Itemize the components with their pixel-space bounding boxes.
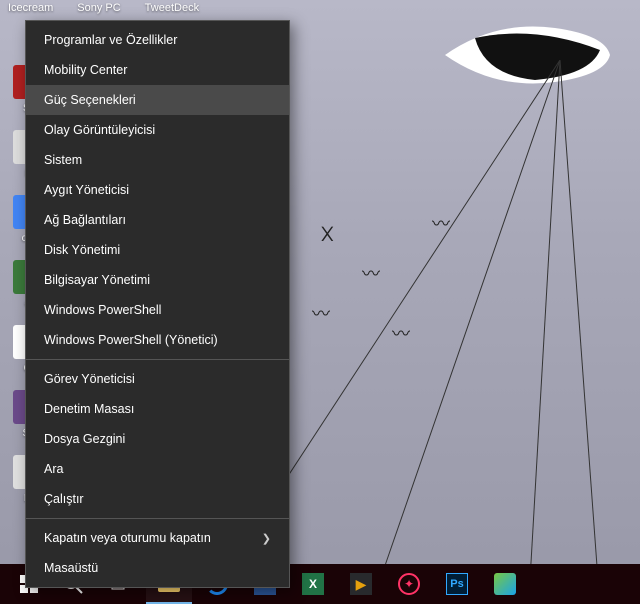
taskbar-plex[interactable]: ▶ — [338, 564, 384, 604]
menu-item-label: Windows PowerShell (Yönetici) — [44, 333, 218, 347]
taskbar-rocket-app[interactable]: ✦ — [386, 564, 432, 604]
menu-item-label: Windows PowerShell — [44, 303, 161, 317]
winx-menu-item[interactable]: Güç Seçenekleri — [26, 85, 289, 115]
winx-menu-item[interactable]: Dosya Gezgini — [26, 424, 289, 454]
menu-item-label: Disk Yönetimi — [44, 243, 120, 257]
winx-menu-item[interactable]: Aygıt Yöneticisi — [26, 175, 289, 205]
wallpaper-bird: 〰 — [312, 300, 330, 326]
menu-item-label: Bilgisayar Yönetimi — [44, 273, 150, 287]
winx-menu-item[interactable]: Çalıştır — [26, 484, 289, 514]
plex-icon: ▶ — [350, 573, 372, 595]
chevron-right-icon: ❯ — [262, 532, 271, 545]
winx-menu-item[interactable]: Windows PowerShell — [26, 295, 289, 325]
wallpaper-kite — [435, 20, 615, 90]
winx-menu-item[interactable]: Görev Yöneticisi — [26, 364, 289, 394]
menu-item-label: Programlar ve Özellikler — [44, 33, 177, 47]
winx-context-menu: Programlar ve Özellikler Mobility Center G… — [25, 20, 290, 588]
winx-menu-item[interactable]: Kapatın veya oturumu kapatın ❯ — [26, 523, 289, 553]
winx-menu-item[interactable]: Denetim Masası — [26, 394, 289, 424]
menu-separator — [26, 359, 289, 360]
wallpaper-bird: 〰 — [432, 210, 450, 236]
menu-item-label: Sistem — [44, 153, 82, 167]
menu-item-label: Çalıştır — [44, 492, 84, 506]
winx-menu-item[interactable]: Sistem — [26, 145, 289, 175]
winx-menu-item[interactable]: Mobility Center — [26, 55, 289, 85]
menu-item-label: Aygıt Yöneticisi — [44, 183, 129, 197]
menu-item-label: Masaüstü — [44, 561, 98, 575]
menu-item-label: Görev Yöneticisi — [44, 372, 135, 386]
photoshop-icon: Ps — [446, 573, 468, 595]
menu-item-label: Ara — [44, 462, 63, 476]
winx-menu-item[interactable]: Masaüstü — [26, 553, 289, 583]
menu-item-label: Kapatın veya oturumu kapatın — [44, 531, 211, 545]
menu-separator — [26, 518, 289, 519]
menu-item-label: Dosya Gezgini — [44, 432, 125, 446]
wallpaper-bird: 〰 — [362, 260, 380, 286]
taskbar-photoshop[interactable]: Ps — [434, 564, 480, 604]
winx-menu-item[interactable]: Ağ Bağlantıları — [26, 205, 289, 235]
taskbar-bluestacks[interactable] — [482, 564, 528, 604]
menu-item-label: Denetim Masası — [44, 402, 134, 416]
winx-menu-item[interactable]: Ara — [26, 454, 289, 484]
wallpaper-bird: 𐊐 — [321, 225, 335, 246]
taskbar-excel[interactable]: X — [290, 564, 336, 604]
menu-item-label: Mobility Center — [44, 63, 127, 77]
winx-menu-item[interactable]: Windows PowerShell (Yönetici) — [26, 325, 289, 355]
bluestacks-icon — [494, 573, 516, 595]
wallpaper-bird: 〰 — [392, 320, 410, 346]
winx-menu-item[interactable]: Bilgisayar Yönetimi — [26, 265, 289, 295]
menu-item-label: Ağ Bağlantıları — [44, 213, 126, 227]
menu-item-label: Olay Görüntüleyicisi — [44, 123, 155, 137]
rocket-icon: ✦ — [398, 573, 420, 595]
winx-menu-item[interactable]: Olay Görüntüleyicisi — [26, 115, 289, 145]
winx-menu-item[interactable]: Programlar ve Özellikler — [26, 25, 289, 55]
menu-item-label: Güç Seçenekleri — [44, 93, 136, 107]
excel-icon: X — [302, 573, 324, 595]
winx-menu-item[interactable]: Disk Yönetimi — [26, 235, 289, 265]
